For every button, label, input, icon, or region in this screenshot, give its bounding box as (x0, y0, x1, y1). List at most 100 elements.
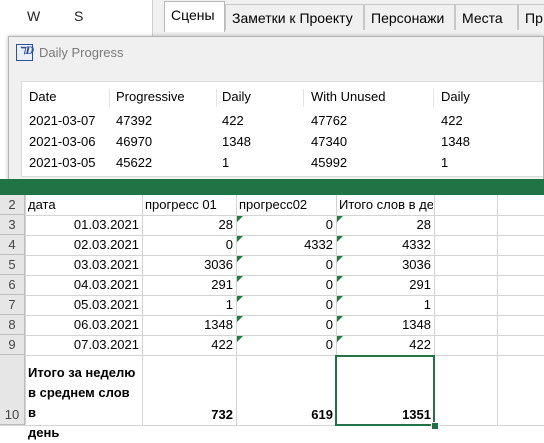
column-header-s[interactable]: S (74, 8, 83, 24)
fill-handle[interactable] (431, 422, 439, 430)
col-header-daily-2[interactable]: Daily (441, 87, 470, 107)
number-as-text-indicator[interactable] (337, 316, 343, 322)
number-as-text-indicator[interactable] (237, 336, 243, 342)
label-line: в среднем слов в (28, 385, 130, 420)
row-header[interactable]: 6 (0, 275, 25, 295)
cell-date[interactable]: 05.03.2021 (27, 295, 139, 315)
number-as-text-indicator[interactable] (237, 216, 243, 222)
number-as-text-indicator[interactable] (337, 276, 343, 282)
number-as-text-indicator[interactable] (337, 216, 343, 222)
app-logo-icon: ℸD (16, 44, 34, 61)
col-header-progressive[interactable]: Progressive (116, 87, 185, 107)
tab-places[interactable]: Места (455, 4, 518, 30)
list-cell-daily-2: 1 (441, 155, 449, 170)
number-as-text-indicator[interactable] (337, 296, 343, 302)
cell-progress-02[interactable]: 0 (238, 295, 333, 315)
cell-total-per-day[interactable]: 3036 (338, 255, 431, 275)
cell-header-progress-01[interactable]: прогресс 01 (145, 195, 235, 215)
col-header-date[interactable]: Date (29, 87, 56, 107)
cell-total-progress-01[interactable]: 732 (144, 405, 233, 425)
cell-total-per-day[interactable]: 1 (338, 295, 431, 315)
cell-header-progress-02[interactable]: прогресс02 (239, 195, 335, 215)
cell-weekly-total-label[interactable]: Итого за неделю в среднем слов в день (28, 363, 139, 443)
cell-progress-02[interactable]: 4332 (238, 235, 333, 255)
gridline (142, 195, 143, 425)
cell-date[interactable]: 06.03.2021 (27, 315, 139, 335)
daily-progress-dialog: ℸD Daily Progress Date Progressive Daily… (8, 36, 544, 181)
number-as-text-indicator[interactable] (337, 336, 343, 342)
cell-total-per-day[interactable]: 4332 (338, 235, 431, 255)
number-as-text-indicator[interactable] (237, 236, 243, 242)
cell-progress-01[interactable]: 1 (144, 295, 233, 315)
list-cell-date: 2021-03-05 (29, 155, 96, 170)
row-header[interactable]: 3 (0, 215, 25, 235)
number-as-text-indicator[interactable] (337, 236, 343, 242)
cell-progress-01[interactable]: 1348 (144, 315, 233, 335)
number-as-text-indicator[interactable] (237, 296, 243, 302)
progress-list[interactable]: Date Progressive Daily With Unused Daily… (21, 81, 543, 177)
list-cell-with-unused: 45992 (311, 155, 348, 170)
column-divider[interactable] (303, 89, 304, 107)
column-header-w[interactable]: W (27, 8, 40, 24)
gridline (497, 195, 498, 425)
list-cell-with-unused: 47762 (311, 113, 348, 128)
cell-total-per-day[interactable]: 1348 (338, 315, 431, 335)
gridline (0, 355, 544, 356)
list-header: Date Progressive Daily With Unused Daily (22, 87, 544, 107)
list-cell-daily-2: 1348 (441, 134, 470, 149)
cell-progress-01[interactable]: 422 (144, 335, 233, 355)
cell-progress-02[interactable]: 0 (238, 255, 333, 275)
number-as-text-indicator[interactable] (237, 276, 243, 282)
column-divider[interactable] (109, 89, 110, 107)
cell-progress-01[interactable]: 291 (144, 275, 233, 295)
list-item[interactable]: 2021-03-07 47392 422 47762 422 (22, 111, 544, 131)
tab-project-notes[interactable]: Заметки к Проекту (225, 4, 364, 30)
tab-more[interactable]: Пр (518, 4, 544, 30)
column-divider[interactable] (433, 89, 434, 107)
cell-progress-02[interactable]: 0 (238, 275, 333, 295)
cell-progress-01[interactable]: 0 (144, 235, 233, 255)
cell-date[interactable]: 04.03.2021 (27, 275, 139, 295)
cell-progress-02[interactable]: 0 (238, 215, 333, 235)
cell-header-date[interactable]: дата (28, 195, 141, 215)
col-header-with-unused[interactable]: With Unused (311, 87, 385, 107)
row-header[interactable]: 2 (0, 195, 25, 215)
number-as-text-indicator[interactable] (337, 256, 343, 262)
list-cell-progressive: 45622 (116, 155, 153, 170)
list-item[interactable]: 2021-03-06 46970 1348 47340 1348 (22, 132, 544, 152)
cell-progress-02[interactable]: 0 (238, 315, 333, 335)
row-header[interactable]: 8 (0, 315, 25, 335)
dialog-title-bar[interactable]: ℸD Daily Progress (9, 37, 543, 68)
cell-progress-01[interactable]: 3036 (144, 255, 233, 275)
list-cell-progressive: 46970 (116, 134, 153, 149)
cell-date[interactable]: 07.03.2021 (27, 335, 139, 355)
number-as-text-indicator[interactable] (237, 316, 243, 322)
number-as-text-indicator[interactable] (237, 256, 243, 262)
cell-total-per-day[interactable]: 422 (338, 335, 431, 355)
cell-progress-01[interactable]: 28 (144, 215, 233, 235)
cell-date[interactable]: 02.03.2021 (27, 235, 139, 255)
column-divider[interactable] (216, 89, 217, 107)
list-item[interactable]: 2021-03-05 45622 1 45992 1 (22, 153, 544, 173)
row-header[interactable]: 7 (0, 295, 25, 315)
cell-total-per-day[interactable]: 291 (338, 275, 431, 295)
cell-date[interactable]: 03.03.2021 (27, 255, 139, 275)
cell-date[interactable]: 01.03.2021 (27, 215, 139, 235)
row-header[interactable]: 10 (0, 355, 25, 425)
col-header-daily[interactable]: Daily (222, 87, 251, 107)
spreadsheet-window: 2 3 4 5 6 7 8 9 10 дата прогресс 01 прогресс02 Итого… (0, 179, 544, 442)
list-cell-with-unused: 47340 (311, 134, 348, 149)
row-header[interactable]: 4 (0, 235, 25, 255)
tab-characters[interactable]: Персонажи (364, 4, 455, 30)
row-header[interactable]: 5 (0, 255, 25, 275)
cell-total-per-day[interactable]: 28 (338, 215, 431, 235)
selected-cell-border (335, 355, 435, 426)
tab-bar: Сцены Заметки к Проекту Персонажи Места … (158, 0, 544, 32)
spreadsheet-title-bar (0, 179, 544, 195)
cell-progress-02[interactable]: 0 (238, 335, 333, 355)
gridline (25, 195, 26, 425)
cell-header-total-per-day[interactable]: Итого слов в день (339, 195, 433, 215)
row-header[interactable]: 9 (0, 335, 25, 355)
tab-scenes[interactable]: Сцены (164, 1, 225, 32)
cell-total-progress-02[interactable]: 619 (238, 405, 333, 425)
